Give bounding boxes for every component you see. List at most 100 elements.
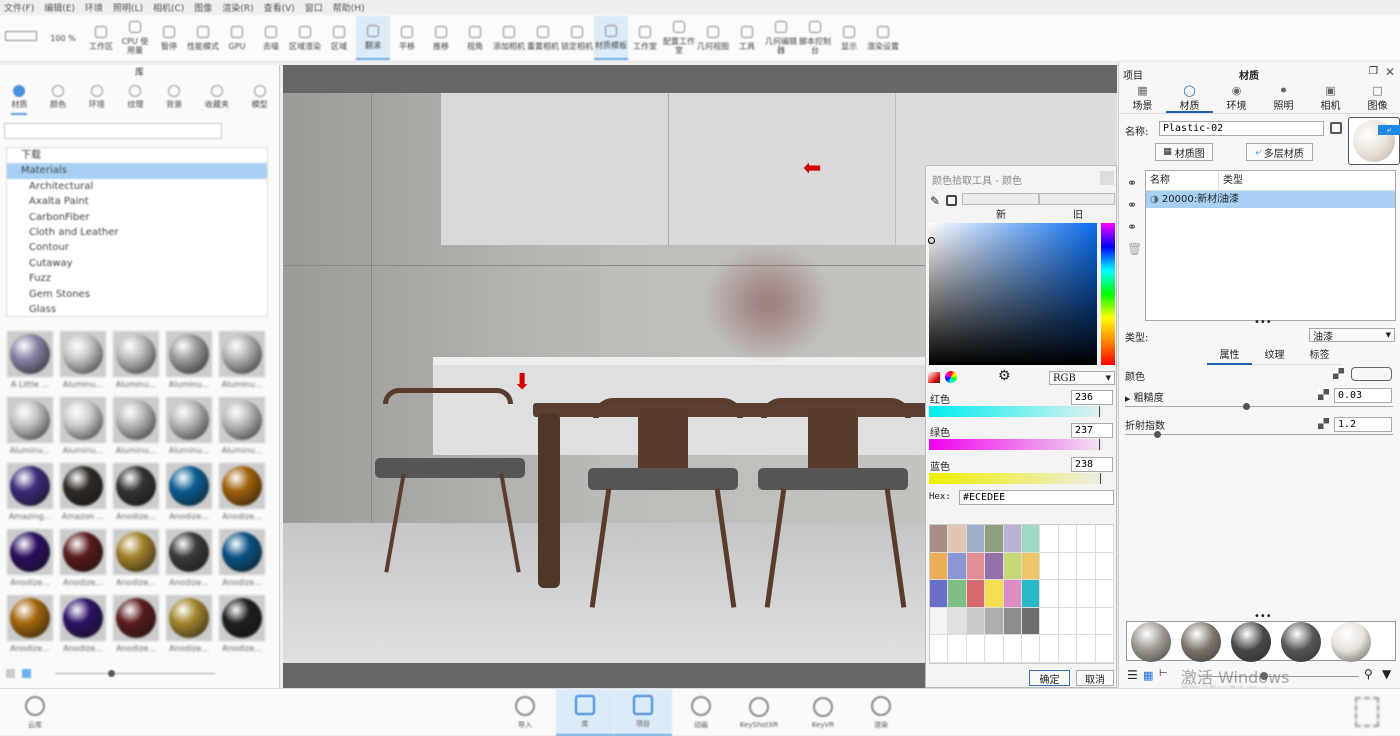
red-input[interactable] <box>1071 390 1113 405</box>
color-swatch[interactable] <box>948 635 967 663</box>
color-swatch[interactable] <box>1077 607 1096 636</box>
material-thumbnail[interactable]: Anodize... <box>57 595 109 659</box>
color-swatch[interactable] <box>985 525 1004 553</box>
toolbar-button[interactable]: 重置相机 <box>526 16 560 60</box>
color-cursor[interactable] <box>928 237 935 244</box>
menu-item[interactable]: 渲染(R) <box>222 1 253 14</box>
workspace-select[interactable] <box>0 16 42 60</box>
property-tab[interactable]: 纹理 <box>1252 346 1297 365</box>
color-swatch[interactable] <box>1003 635 1022 663</box>
material-thumbnail[interactable]: Aluminu... <box>57 397 109 461</box>
project-tab[interactable]: ▦ 场景 <box>1119 82 1166 113</box>
tree-item[interactable]: CarbonFiber <box>7 210 267 225</box>
settings-gear-icon[interactable]: ⚙ <box>998 368 1011 384</box>
color-swatch[interactable] <box>1077 635 1096 663</box>
toolbar-button[interactable]: 区域 <box>322 16 356 60</box>
color-swatch[interactable] <box>1077 580 1096 608</box>
material-thumbnail[interactable] <box>1231 622 1271 662</box>
toolbar-button[interactable]: 配置工作室 <box>662 16 696 60</box>
toolbar-button[interactable]: 视角 <box>458 16 492 60</box>
material-thumbnail[interactable]: Aluminu... <box>163 397 215 461</box>
save-material-icon[interactable] <box>1330 122 1342 134</box>
menu-item[interactable]: 窗口 <box>305 1 323 14</box>
color-swatch[interactable] <box>1077 525 1096 553</box>
property-tab[interactable]: 标签 <box>1297 346 1342 365</box>
toolbar-button[interactable]: 暂停 <box>152 16 186 60</box>
menu-item[interactable]: 图像 <box>194 1 212 14</box>
tree-item[interactable]: Axalta Paint <box>7 194 267 209</box>
material-thumbnail[interactable]: Anodize... <box>4 529 56 593</box>
bottom-button[interactable]: KeyShotXR <box>730 689 788 736</box>
toolbar-button[interactable]: 脚本控制台 <box>798 16 832 60</box>
color-swatch[interactable] <box>985 607 1004 636</box>
material-thumbnail[interactable]: Anodize... <box>216 595 268 659</box>
blue-input[interactable] <box>1071 457 1113 472</box>
toolbar-button[interactable]: 工作室 <box>628 16 662 60</box>
material-thumbnail[interactable]: Anodize... <box>57 529 109 593</box>
material-thumbnail[interactable]: Aluminu... <box>110 397 162 461</box>
material-thumbnail[interactable] <box>1181 622 1221 662</box>
tree-item[interactable]: Gem Stones <box>7 287 267 302</box>
material-thumbnail[interactable]: Anodize... <box>4 595 56 659</box>
cancel-button[interactable]: 取消 <box>1076 670 1114 686</box>
toolbar-button[interactable]: 去噪 <box>254 16 288 60</box>
color-swatch[interactable] <box>1058 552 1078 581</box>
toolbar-button[interactable]: 渲染设置 <box>866 16 900 60</box>
color-swatch[interactable] <box>1003 552 1022 581</box>
color-swatch[interactable] <box>948 580 967 608</box>
hex-input[interactable] <box>959 490 1114 505</box>
color-swatch[interactable] <box>1021 525 1041 553</box>
menu-item[interactable]: 照明(L) <box>113 1 143 14</box>
toolbar-button[interactable]: 工具 <box>730 16 764 60</box>
material-thumbnail[interactable]: Anodize... <box>216 529 268 593</box>
color-swatch[interactable] <box>948 607 967 636</box>
green-input[interactable] <box>1071 423 1113 438</box>
color-wheel-mode-icon[interactable] <box>945 371 957 383</box>
color-swatch[interactable] <box>1040 580 1059 608</box>
link-material-icon[interactable]: ⚭ <box>1127 216 1142 238</box>
add-material-icon[interactable]: ⚭ <box>1127 172 1142 194</box>
tree-item[interactable]: Cutaway <box>7 256 267 271</box>
color-swatch[interactable] <box>930 552 949 581</box>
tree-item[interactable]: Contour <box>7 240 267 255</box>
material-preview[interactable]: ⤶ <box>1348 117 1400 165</box>
bottom-button[interactable]: 渲染 <box>852 689 910 736</box>
library-tab[interactable]: 材质 <box>11 81 28 115</box>
toolbar-button[interactable]: 显示 <box>832 16 866 60</box>
cloud-library-button[interactable]: 云库 <box>10 689 60 736</box>
slider-handle[interactable] <box>1242 403 1250 410</box>
menu-item[interactable]: 相机(C) <box>153 1 184 14</box>
material-thumbnail[interactable]: Aluminu... <box>4 397 56 461</box>
material-thumbnail[interactable]: Aluminu... <box>57 331 109 395</box>
duplicate-material-icon[interactable]: ⚭ <box>1127 194 1142 216</box>
header-type[interactable]: 类型 <box>1219 171 1243 190</box>
color-swatch[interactable] <box>985 580 1004 608</box>
cpu-select[interactable]: 100 % <box>42 16 84 60</box>
color-swatch[interactable] <box>985 635 1004 663</box>
color-swatch[interactable] <box>1095 635 1114 663</box>
material-thumbnail[interactable]: Aluminu... <box>163 331 215 395</box>
ior-slider[interactable] <box>1125 431 1393 438</box>
library-tab[interactable]: 颜色 <box>50 81 66 115</box>
color-swatch[interactable] <box>966 635 986 663</box>
color-square-mode-icon[interactable] <box>928 372 940 383</box>
color-swatch[interactable] <box>1040 607 1059 636</box>
toolbar-button[interactable]: 推移 <box>424 16 458 60</box>
roughness-input[interactable] <box>1334 388 1392 403</box>
expand-icon[interactable] <box>1355 697 1379 727</box>
color-swatch[interactable] <box>1058 525 1078 553</box>
tree-item[interactable]: Cloth and Leather <box>7 225 267 240</box>
material-thumbnail[interactable]: Aluminu... <box>216 397 268 461</box>
bottom-button[interactable]: 库 <box>556 689 614 736</box>
color-swatch[interactable] <box>1003 607 1022 636</box>
toolbar-button[interactable]: 添加相机 <box>492 16 526 60</box>
tree-item[interactable]: Materials <box>7 163 267 179</box>
material-thumbnail[interactable]: Anodize... <box>163 529 215 593</box>
library-tab[interactable]: 环境 <box>89 81 105 115</box>
color-swatch[interactable] <box>930 635 949 663</box>
project-tab[interactable]: ◯ 材质 <box>1166 82 1213 113</box>
toolbar-button[interactable]: 平移 <box>390 16 424 60</box>
hue-slider[interactable] <box>1101 223 1115 365</box>
color-swatch[interactable] <box>966 525 986 553</box>
toolbar-button[interactable]: 工作区 <box>84 16 118 60</box>
